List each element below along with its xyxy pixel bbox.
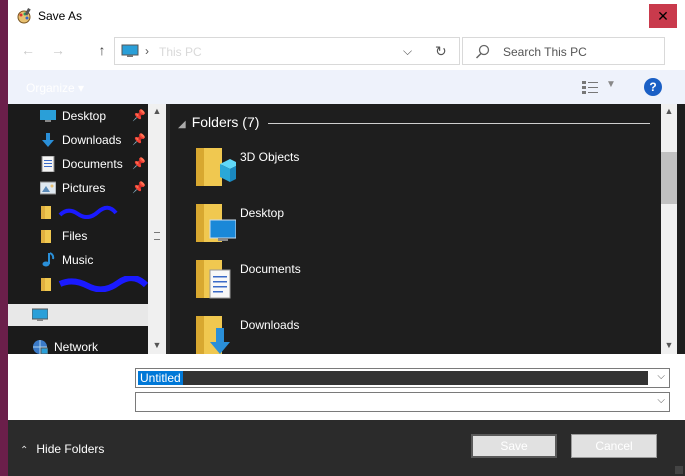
folder-item-desktop[interactable]: Desktop (194, 200, 394, 250)
chevron-down-icon[interactable]: ⌵ (657, 395, 665, 406)
group-header[interactable]: ◢ Folders (7) (178, 114, 259, 130)
pictures-icon (40, 181, 56, 195)
computer-icon (32, 308, 48, 321)
filename-value[interactable]: Untitled (138, 371, 183, 385)
search-box[interactable]: Search This PC (462, 37, 665, 65)
savetype-select[interactable]: ⌵ (135, 392, 670, 412)
folder-icon (41, 278, 51, 291)
command-bar: Organize ▾ ▼ ? (8, 70, 685, 104)
filename-field-fill (138, 371, 648, 385)
save-button[interactable]: Save (471, 434, 557, 458)
sidebar-item-documents[interactable]: Documents 📌 (8, 152, 148, 176)
hide-folders-label: Hide Folders (36, 442, 105, 456)
title-bar: Save As ✕ (8, 0, 685, 32)
sidebar-item-label: Desktop (62, 109, 107, 123)
view-dropdown-icon[interactable]: ▼ (606, 79, 616, 90)
group-title: Folders (7) (191, 114, 260, 130)
dialog-footer: ⌃ Hide Folders Save Cancel (8, 420, 685, 476)
navigation-bar: ← → ↑ › This PC ⌵ ↻ Search This PC (8, 32, 685, 70)
folder-name: 3D Objects (240, 150, 300, 164)
refresh-icon[interactable]: ↻ (435, 43, 447, 60)
sidebar-item-desktop[interactable]: Desktop 📌 (8, 104, 148, 128)
scroll-up-icon[interactable]: ▲ (151, 106, 163, 116)
pin-icon: 📌 (132, 182, 146, 194)
downloads-folder-icon (196, 316, 230, 354)
search-placeholder: Search This PC (503, 45, 587, 59)
sidebar-item-downloads[interactable]: Downloads 📌 (8, 128, 148, 152)
filename-label: File name: (71, 371, 128, 385)
folder-name: Documents (240, 262, 301, 276)
download-icon (42, 133, 54, 147)
folder-item-3d-objects[interactable]: 3D Objects (194, 144, 394, 194)
folder-icon (41, 206, 51, 219)
collapse-chevron-icon: ◢ (178, 119, 186, 130)
music-icon (42, 252, 55, 267)
scroll-up-icon[interactable]: ▲ (663, 106, 675, 116)
folder-name: Downloads (240, 318, 300, 332)
save-form: File name: Untitled ⌵ Save as type: ⌵ (8, 354, 685, 420)
help-icon[interactable]: ? (644, 78, 662, 96)
group-divider (268, 123, 650, 124)
paint-app-icon (17, 8, 31, 24)
close-icon: ✕ (657, 8, 669, 24)
hide-folders-button[interactable]: ⌃ Hide Folders (20, 442, 104, 456)
breadcrumb-separator-icon: › (145, 44, 149, 58)
search-icon (475, 44, 490, 59)
computer-icon (121, 44, 139, 57)
scroll-thumb[interactable] (661, 152, 677, 204)
sidebar-item-files[interactable]: Files (8, 224, 148, 248)
sidebar-item-label: Network (54, 340, 99, 354)
address-dropdown-icon[interactable]: ⌵ (403, 44, 412, 59)
navigation-pane-scrollbar[interactable]: ▲ ▼ (148, 104, 166, 354)
sidebar-item-this-pc[interactable]: This PC (8, 304, 148, 326)
documents-folder-icon (196, 260, 231, 299)
sidebar-item-label: Pictures (62, 181, 106, 195)
sidebar-item-pictures[interactable]: Pictures 📌 (8, 176, 148, 200)
browser-area: Desktop 📌 Downloads 📌 Documents 📌 Pictur… (8, 104, 685, 355)
scroll-down-icon[interactable]: ▼ (151, 340, 163, 350)
desktop-icon (40, 110, 56, 122)
sidebar-item-redacted-folder-2[interactable] (8, 272, 148, 296)
pin-icon: 📌 (132, 134, 146, 146)
savetype-label: Save as type: (55, 396, 128, 410)
pin-icon: 📌 (132, 158, 146, 170)
chevron-down-icon[interactable]: ⌵ (657, 371, 665, 382)
address-bar[interactable]: › This PC ⌵ ↻ (114, 37, 460, 65)
3d-objects-folder-icon (196, 148, 236, 186)
file-list-scrollbar[interactable]: ▲ ▼ (661, 104, 677, 354)
forward-arrow-icon[interactable]: → (50, 42, 66, 58)
resize-grip-icon[interactable] (675, 466, 683, 474)
organize-button[interactable]: Organize ▾ (26, 81, 84, 95)
folder-item-documents[interactable]: Documents (194, 256, 394, 306)
cancel-button[interactable]: Cancel (571, 434, 657, 458)
sidebar-item-label: Music (62, 253, 94, 267)
sidebar-item-label: This PC (54, 308, 97, 322)
chevron-up-icon: ⌃ (20, 445, 29, 456)
file-list: ◢ Folders (7) 3D Objects Desktop Documen… (170, 104, 661, 354)
folder-name: Desktop (240, 206, 285, 220)
address-path[interactable]: This PC (159, 45, 202, 59)
window-title: Save As (38, 9, 83, 23)
navigation-pane: Desktop 📌 Downloads 📌 Documents 📌 Pictur… (8, 104, 148, 355)
redaction-scribble (58, 276, 148, 292)
sidebar-item-label: Downloads (62, 133, 122, 147)
close-button[interactable]: ✕ (649, 4, 677, 28)
network-icon (33, 340, 48, 355)
view-options-icon[interactable] (582, 80, 598, 94)
save-as-dialog: Save As ✕ ← → ↑ › This PC ⌵ ↻ Search Thi… (0, 0, 685, 476)
folder-icon (41, 230, 51, 243)
back-arrow-icon[interactable]: ← (20, 42, 36, 58)
sidebar-item-music[interactable]: Music (8, 248, 148, 272)
scroll-grip-icon[interactable] (154, 232, 160, 240)
filename-input[interactable]: Untitled ⌵ (135, 368, 670, 388)
sidebar-item-label: Documents (62, 157, 123, 171)
sidebar-item-label: Files (62, 229, 88, 243)
documents-icon (41, 156, 55, 172)
up-arrow-icon[interactable]: ↑ (94, 42, 110, 58)
scroll-down-icon[interactable]: ▼ (663, 340, 675, 350)
desktop-folder-icon (196, 204, 236, 242)
pin-icon: 📌 (132, 110, 146, 122)
sidebar-item-redacted-folder[interactable] (8, 200, 148, 224)
redaction-scribble (58, 205, 118, 219)
